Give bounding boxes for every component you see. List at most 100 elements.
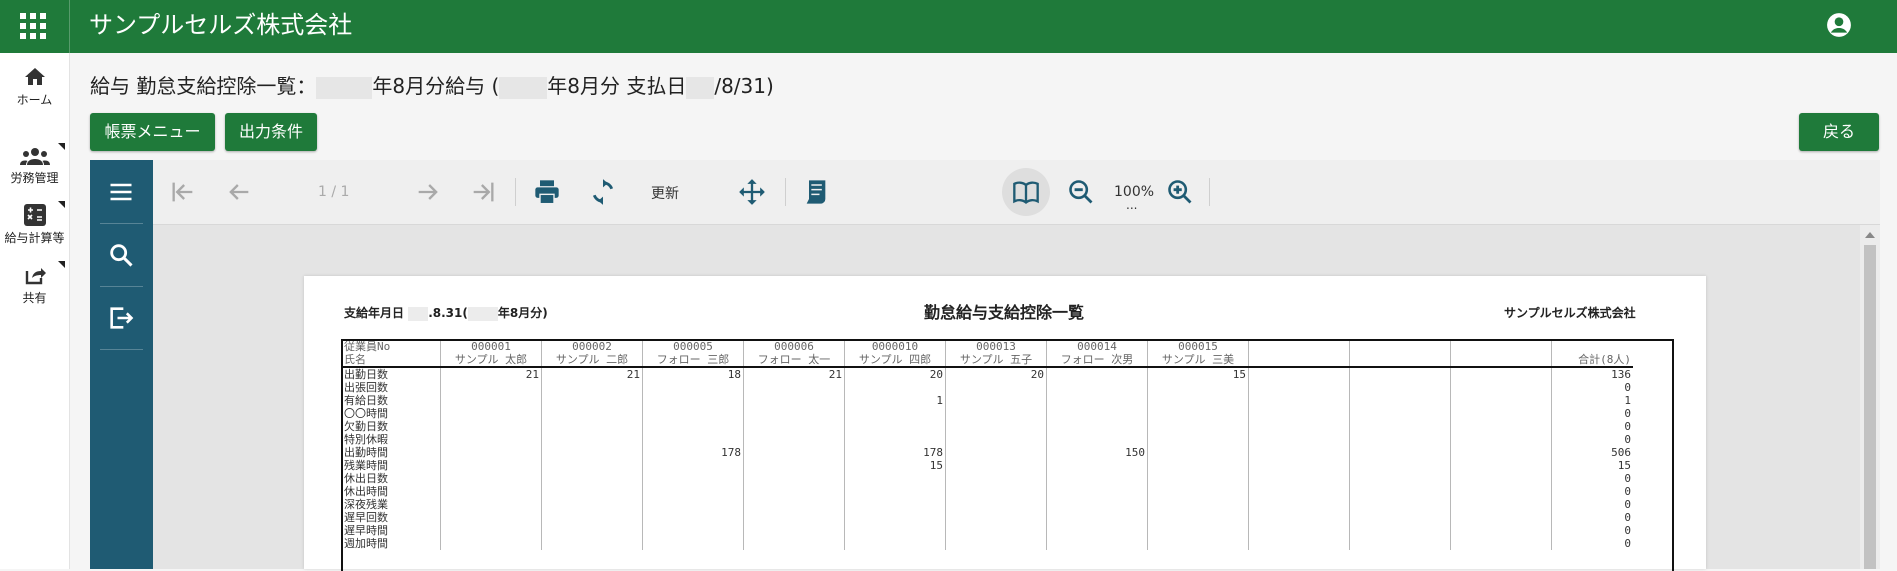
toolbar-separator	[1209, 178, 1210, 206]
row-label-cell: 遅早時間	[344, 524, 388, 537]
scroll-up-icon[interactable]	[1865, 232, 1875, 238]
table-row: 遅早回数 0	[342, 511, 1633, 524]
export-icon[interactable]	[107, 304, 135, 332]
total-cell: 136	[1551, 367, 1633, 381]
total-cell: 15	[1551, 459, 1633, 472]
page-title: 給与 勤怠支給控除一覧： 年8月分給与 (年8月分 支払日/8/31)	[90, 70, 774, 99]
scrollbar-thumb[interactable]	[1864, 245, 1876, 569]
back-button[interactable]: 戻る	[1799, 113, 1879, 151]
row-label-cell: 残業時間	[344, 459, 388, 472]
total-cell: 0	[1551, 433, 1633, 446]
header-divider	[69, 0, 70, 53]
book-view-icon[interactable]	[1012, 178, 1040, 206]
account-circle-icon[interactable]	[1826, 12, 1852, 38]
table-cell	[1349, 459, 1451, 472]
page-title-part: 給与 勤怠支給控除一覧：	[90, 74, 317, 98]
last-page-icon[interactable]	[469, 178, 497, 206]
table-cell	[1046, 524, 1148, 537]
table-row: 出勤日数 21 21 18 21 20 20 15 136	[342, 367, 1633, 381]
panel-divider	[100, 223, 143, 224]
table-cell	[945, 394, 1047, 407]
sidebar-item-payroll[interactable]: 給与計算等	[0, 201, 69, 246]
table-cell: 000014	[1046, 340, 1148, 353]
print-icon[interactable]	[533, 178, 561, 206]
table-cell	[1046, 420, 1148, 433]
refresh-label[interactable]: 更新	[651, 183, 679, 203]
table-cell	[1450, 381, 1552, 394]
table-cell	[1450, 459, 1552, 472]
table-cell	[1046, 394, 1148, 407]
table-cell: 000002	[541, 340, 643, 353]
table-cell	[1248, 340, 1350, 353]
table-cell	[440, 433, 542, 446]
panel-divider	[100, 286, 143, 287]
report-pay-date: 支給年月日 .8.31(年8月分)	[344, 304, 548, 321]
masked-era	[499, 76, 548, 99]
menu-icon[interactable]	[107, 178, 135, 206]
table-cell	[541, 485, 643, 498]
refresh-icon[interactable]	[589, 178, 617, 206]
table-row: 休出日数 0	[342, 472, 1633, 485]
table-cell	[1450, 394, 1552, 407]
table-cell	[1046, 511, 1148, 524]
pan-move-icon[interactable]	[738, 178, 766, 206]
zoom-more[interactable]: ...	[1126, 198, 1137, 212]
table-cell: 15	[1147, 367, 1249, 381]
table-cell	[743, 511, 845, 524]
table-cell	[1046, 381, 1148, 394]
table-cell	[541, 433, 643, 446]
zoom-out-icon[interactable]	[1067, 178, 1095, 206]
sidebar-item-home[interactable]: ホーム	[0, 65, 69, 108]
table-cell	[844, 381, 946, 394]
share-icon	[25, 268, 46, 285]
table-cell	[440, 537, 542, 550]
table-cell	[1349, 381, 1451, 394]
masked-era	[467, 306, 498, 321]
table-cell	[1450, 446, 1552, 459]
next-page-icon[interactable]	[414, 178, 442, 206]
masked-year	[408, 306, 429, 321]
table-cell	[541, 498, 643, 511]
sidebar-item-labor[interactable]: 労務管理	[0, 143, 69, 186]
report-menu-button[interactable]: 帳票メニュー	[90, 113, 215, 151]
table-cell	[1349, 340, 1451, 353]
table-cell: 18	[642, 367, 744, 381]
row-label-cell: 欠勤日数	[344, 420, 388, 433]
previous-page-icon[interactable]	[225, 178, 253, 206]
table-cell: フォロー 三郎	[642, 353, 744, 368]
table-cell	[440, 485, 542, 498]
row-label-cell: 週加時間	[344, 537, 388, 550]
table-cell	[844, 524, 946, 537]
apps-grid-icon[interactable]	[20, 13, 46, 39]
table-cell	[844, 433, 946, 446]
table-row: 深夜残業 0	[342, 498, 1633, 511]
table-cell	[945, 511, 1047, 524]
output-conditions-button[interactable]: 出力条件	[225, 113, 317, 151]
table-cell	[743, 459, 845, 472]
table-cell	[1248, 420, 1350, 433]
table-cell	[1349, 511, 1451, 524]
table-cell	[1046, 407, 1148, 420]
table-cell	[945, 433, 1047, 446]
table-cell	[1046, 433, 1148, 446]
report-date-value: .8.31(	[428, 306, 468, 320]
report-table: 従業員No 000001 000002 000005 000006 0000010 0000…	[342, 340, 1633, 550]
table-cell	[1349, 420, 1451, 433]
table-row: 週加時間 0	[342, 537, 1633, 550]
table-cell	[1450, 340, 1552, 353]
single-page-icon[interactable]	[802, 178, 830, 206]
row-label-cell: 遅早回数	[344, 511, 388, 524]
table-cell: サンプル 三美	[1147, 353, 1249, 368]
table-cell	[1349, 485, 1451, 498]
table-cell	[1450, 433, 1552, 446]
sidebar-item-share[interactable]: 共有	[0, 261, 69, 306]
table-cell	[541, 420, 643, 433]
table-cell	[1147, 407, 1249, 420]
row-label-cell: 深夜残業	[344, 498, 388, 511]
table-cell: 1	[844, 394, 946, 407]
sidebar-item-label: ホーム	[16, 93, 53, 107]
page-title-part: /8/31)	[714, 74, 774, 98]
first-page-icon[interactable]	[169, 178, 197, 206]
search-icon[interactable]	[107, 241, 135, 269]
zoom-in-icon[interactable]	[1166, 178, 1194, 206]
